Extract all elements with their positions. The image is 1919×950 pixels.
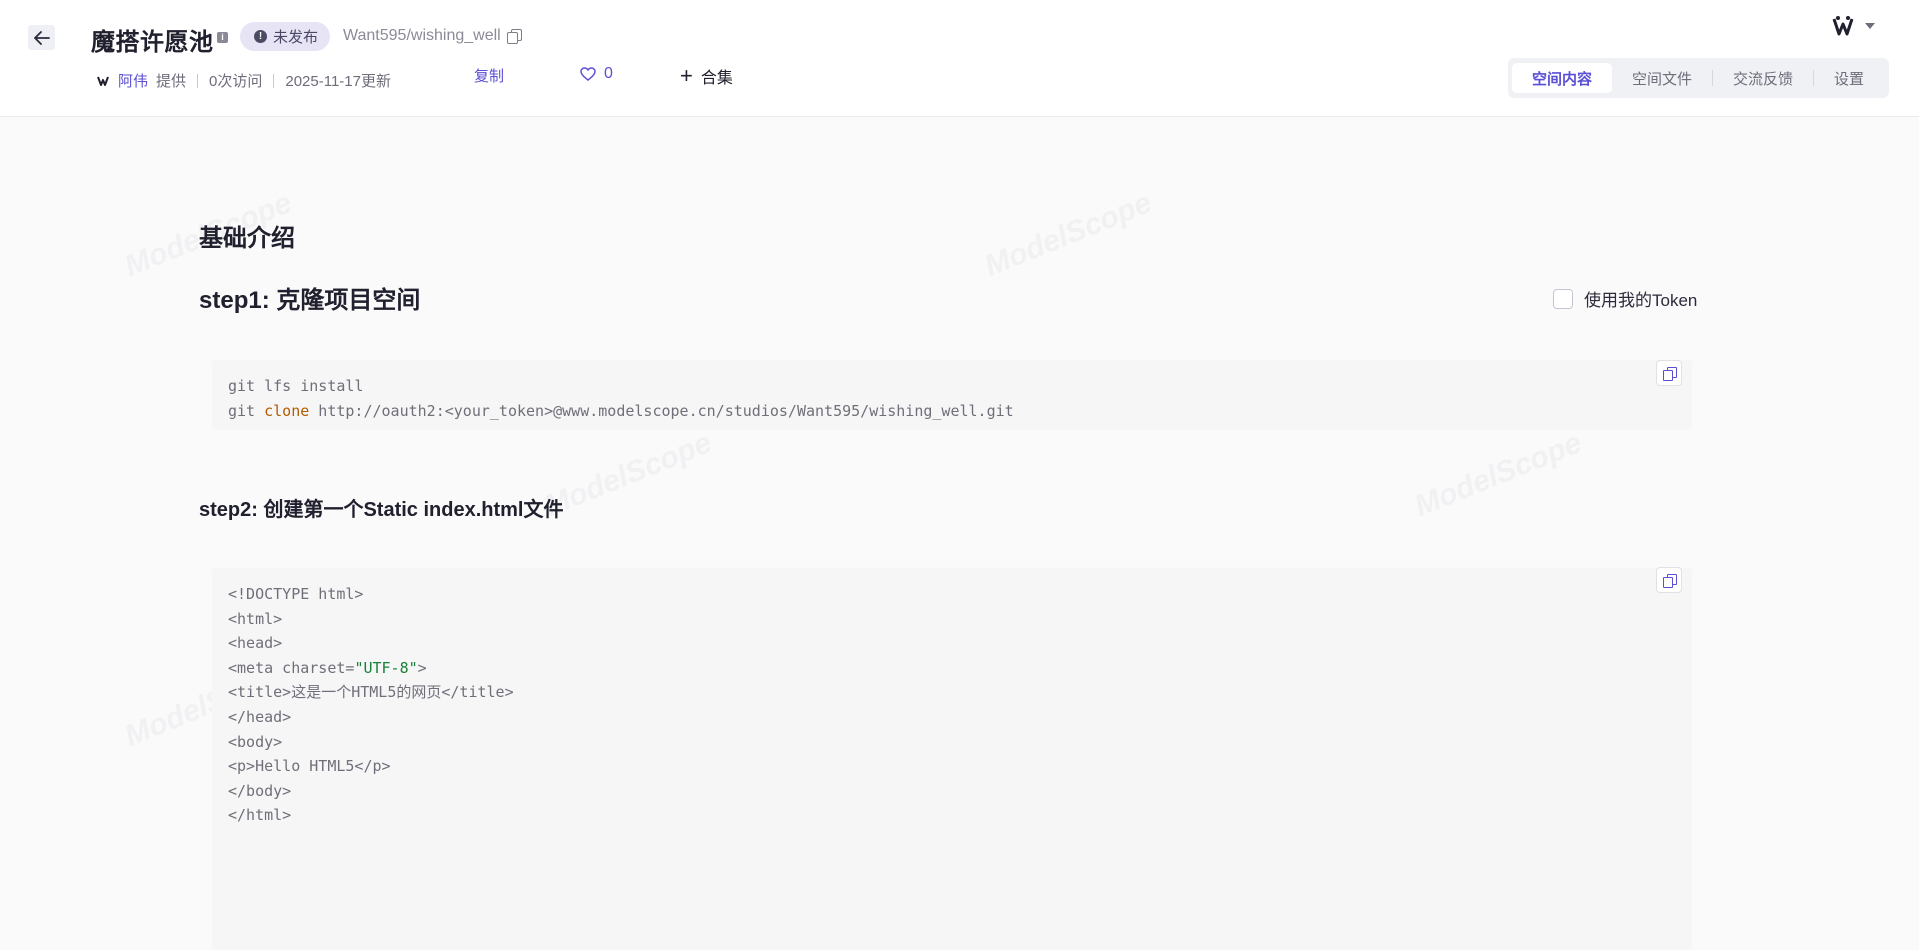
code-text: git	[228, 401, 265, 420]
tab-feedback[interactable]: 交流反馈	[1713, 63, 1813, 93]
copy-icon	[1662, 573, 1677, 588]
meta-row: 阿伟 提供 0次访问 2025-11-17更新	[96, 70, 391, 91]
watermark: ModelScope	[1410, 426, 1587, 523]
status-badge: ! 未发布	[240, 22, 331, 51]
tab-space-content[interactable]: 空间内容	[1512, 63, 1613, 93]
like-count: 0	[604, 65, 613, 82]
code-text: >	[417, 658, 427, 677]
code-string: "UTF-8"	[354, 658, 418, 677]
plus-icon: +	[680, 63, 693, 88]
code-line: <meta charset="UTF-8">	[228, 656, 1676, 681]
avatar	[1832, 16, 1854, 36]
code-line: <!DOCTYPE html>	[228, 585, 364, 603]
section-heading-step1: step1: 克隆项目空间	[199, 287, 421, 314]
divider	[273, 73, 275, 88]
caret-down-icon	[1865, 23, 1875, 29]
code-line: git lfs install	[228, 377, 364, 395]
tab-space-files[interactable]: 空间文件	[1612, 63, 1712, 93]
provided-label: 提供	[156, 73, 187, 90]
heart-icon	[580, 67, 596, 81]
section-heading-step2: step2: 创建第一个Static index.html文件	[199, 499, 564, 521]
code-line: </head>	[228, 707, 292, 726]
code-text: http://oauth2:<your_token>@www.modelscop…	[309, 401, 1014, 420]
watermark: ModelScope	[540, 426, 717, 523]
divider	[197, 73, 199, 88]
user-menu[interactable]	[1831, 14, 1875, 38]
copy-code-button[interactable]	[1656, 360, 1682, 386]
copy-icon	[1662, 366, 1677, 381]
checkbox-label: 使用我的Token	[1584, 291, 1698, 310]
copy-icon[interactable]	[506, 29, 522, 44]
code-block-clone: git lfs install git clone http://oauth2:…	[212, 360, 1692, 430]
section-heading-intro: 基础介绍	[199, 225, 295, 252]
repo-path: Want595/wishing_well	[343, 27, 522, 45]
code-line: <html>	[228, 609, 283, 628]
code-line: git clone http://oauth2:<your_token>@www…	[228, 399, 1676, 424]
header-bar: 魔搭许愿池 i ! 未发布 Want595/wishing_well 阿伟 提供…	[0, 0, 1919, 117]
add-collection-button[interactable]: + 合集	[680, 64, 733, 88]
status-badge-label: 未发布	[273, 29, 319, 46]
updated-date: 2025-11-17更新	[285, 73, 391, 90]
exclamation-icon: !	[254, 30, 267, 43]
tab-bar: 空间内容 空间文件 交流反馈 设置	[1508, 58, 1889, 98]
checkbox[interactable]	[1553, 288, 1573, 309]
tab-settings[interactable]: 设置	[1814, 63, 1884, 93]
copy-code-button[interactable]	[1656, 567, 1682, 593]
code-line: </body>	[228, 781, 292, 800]
code-line: </html>	[228, 806, 292, 825]
watermark: ModelScope	[980, 186, 1157, 283]
code-line: <head>	[228, 634, 283, 653]
main-content: ModelScope ModelScope ModelScope ModelSc…	[0, 118, 1919, 950]
use-token-checkbox[interactable]: 使用我的Token	[1553, 286, 1697, 311]
info-icon[interactable]: i	[217, 32, 228, 43]
avatar[interactable]	[96, 74, 110, 88]
back-button[interactable]	[28, 25, 55, 50]
author-link[interactable]: 阿伟	[118, 70, 148, 91]
code-line: <title>这是一个HTML5的网页</title>	[228, 683, 514, 702]
code-line: <body>	[228, 732, 283, 751]
repo-path-text: Want595/wishing_well	[343, 27, 501, 44]
code-keyword: clone	[264, 401, 310, 420]
arrow-left-icon	[33, 30, 50, 45]
code-text: <meta charset=	[228, 658, 355, 677]
page-title: 魔搭许愿池	[91, 29, 214, 56]
copy-button[interactable]: 复制	[474, 65, 504, 86]
code-line: <p>Hello HTML5</p>	[228, 757, 391, 776]
like-button[interactable]: 0	[580, 65, 613, 83]
visit-count: 0次访问	[209, 73, 263, 90]
code-block-html: <!DOCTYPE html> <html> <head> <meta char…	[212, 568, 1692, 950]
collection-label: 合集	[700, 70, 733, 87]
